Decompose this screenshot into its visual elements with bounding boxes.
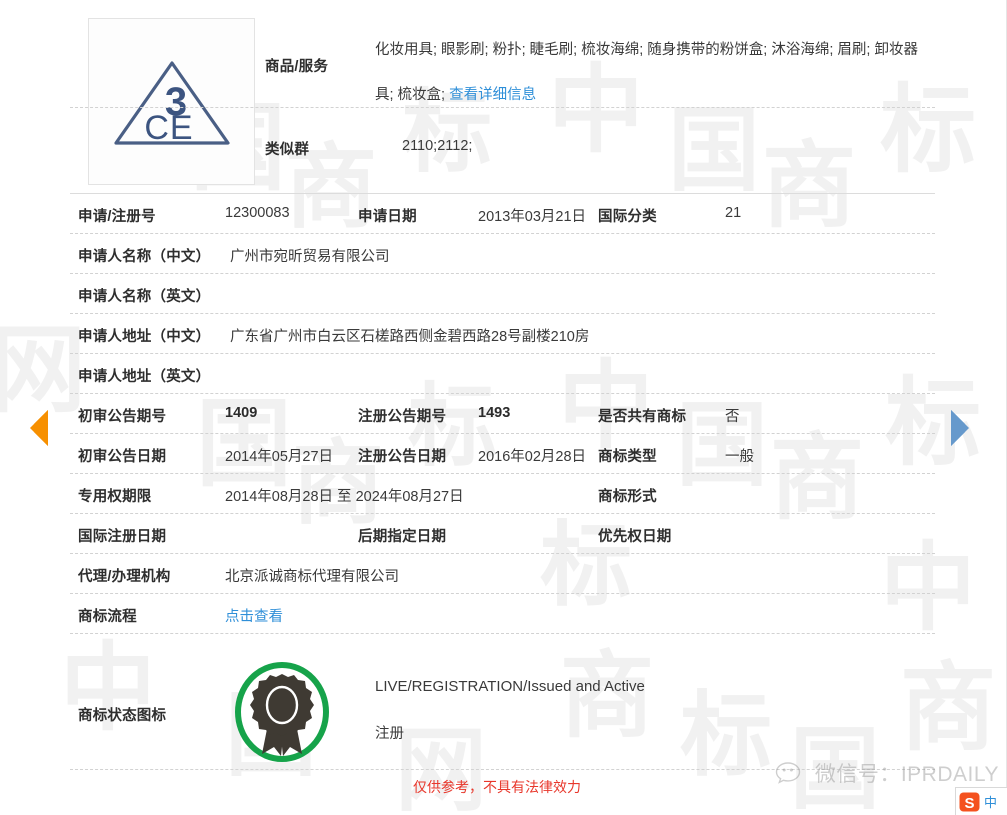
next-record-arrow[interactable] [935, 400, 991, 456]
prelim-announcement-issue-label: 初审公告期号 [78, 409, 167, 425]
application-date-label: 申请日期 [358, 209, 417, 225]
registration-announcement-issue-value: 1493 [478, 405, 511, 421]
status-icon-label: 商标状态图标 [78, 708, 167, 724]
similar-group-row: 类似群 2110;2112; [70, 108, 935, 193]
prelim-announcement-date-label: 初审公告日期 [78, 449, 167, 465]
subsequent-designation-date-label: 后期指定日期 [358, 529, 447, 545]
applicant-address-en-row: 申请人地址（英文） [70, 354, 935, 394]
mark-process-label: 商标流程 [78, 609, 137, 625]
status-badge [232, 662, 332, 762]
applicant-address-cn-value: 广东省广州市白云区石槎路西侧金碧西路28号副楼210房 [230, 329, 590, 345]
trademark-record-panel: 3 CE 商品/服务 化妆用具; 眼影刷; 粉扑; 睫毛刷; 梳妆海绵; 随身携… [70, 0, 935, 770]
applicant-name-en-row: 申请人名称（英文） [70, 274, 935, 314]
similar-group-label: 类似群 [265, 142, 310, 158]
agency-label: 代理/办理机构 [78, 569, 171, 585]
similar-group-value: 2110;2112; [402, 138, 473, 154]
applicant-name-cn-label: 申请人名称（中文） [78, 249, 211, 265]
applicant-name-cn-row: 申请人名称（中文） 广州市宛昕贸易有限公司 [70, 234, 935, 274]
chevron-right-icon[interactable] [935, 400, 991, 456]
applicant-address-cn-row: 申请人地址（中文） 广东省广州市白云区石槎路西侧金碧西路28号副楼210房 [70, 314, 935, 354]
goods-services-label: 商品/服务 [265, 59, 329, 75]
prev-record-arrow[interactable] [8, 400, 64, 456]
status-text-chinese: 注册 [375, 726, 404, 742]
registration-announcement-date-value: 2016年02月28日 [478, 449, 587, 465]
exclusive-right-row: 专用权期限 2014年08月28日 至 2024年08月27日 商标形式 [70, 474, 935, 514]
applicant-address-en-label: 申请人地址（英文） [78, 369, 211, 385]
svg-text:S: S [964, 795, 974, 812]
application-number-label: 申请/注册号 [78, 209, 156, 225]
is-shared-mark-label: 是否共有商标 [598, 409, 687, 425]
international-class-value: 21 [725, 205, 742, 221]
prelim-announcement-date-value: 2014年05月27日 [225, 449, 334, 465]
international-dates-row: 国际注册日期 后期指定日期 优先权日期 [70, 514, 935, 554]
applicant-name-cn-value: 广州市宛昕贸易有限公司 [230, 249, 390, 265]
mark-type-label: 商标类型 [598, 449, 657, 465]
status-spacer [70, 634, 935, 654]
application-info-row: 申请/注册号 12300083 申请日期 2013年03月21日 国际分类 21 [70, 194, 935, 234]
agency-row: 代理/办理机构 北京派诚商标代理有限公司 [70, 554, 935, 594]
mark-form-label: 商标形式 [598, 489, 657, 505]
sogou-logo-icon[interactable]: S [958, 790, 982, 814]
mark-process-link[interactable]: 点击查看 [225, 605, 283, 626]
international-class-label: 国际分类 [598, 209, 657, 225]
priority-date-label: 优先权日期 [598, 529, 672, 545]
status-text-english: LIVE/REGISTRATION/Issued and Active [375, 678, 645, 695]
international-registration-date-label: 国际注册日期 [78, 529, 167, 545]
chevron-left-icon[interactable] [8, 400, 64, 456]
prelim-announcement-issue-value: 1409 [225, 405, 258, 421]
mark-and-goods-block: 3 CE 商品/服务 化妆用具; 眼影刷; 粉扑; 睫毛刷; 梳妆海绵; 随身携… [70, 0, 935, 194]
exclusive-right-period-value: 2014年08月28日 至 2024年08月27日 [225, 489, 464, 505]
application-number-value: 12300083 [225, 205, 290, 221]
registration-announcement-date-label: 注册公告日期 [358, 449, 447, 465]
view-details-link[interactable]: 查看详细信息 [449, 87, 536, 103]
award-ribbon-icon [235, 662, 329, 762]
mark-type-value: 一般 [725, 449, 754, 465]
goods-services-row: 商品/服务 化妆用具; 眼影刷; 粉扑; 睫毛刷; 梳妆海绵; 随身携带的粉饼盒… [70, 0, 935, 108]
sogou-ime-badge[interactable]: S 中 [955, 787, 1007, 815]
application-date-value: 2013年03月21日 [478, 209, 587, 225]
mark-status-block: 商标状态图标 LIVE/REGISTRATION/Issued and Acti… [70, 654, 935, 770]
goods-services-value: 化妆用具; 眼影刷; 粉扑; 睫毛刷; 梳妆海绵; 随身携带的粉饼盒; 沐浴海绵… [375, 28, 920, 118]
applicant-address-cn-label: 申请人地址（中文） [78, 329, 211, 345]
disclaimer-text: 仅供参考，不具有法律效力 [413, 779, 581, 795]
announcement-issue-row: 初审公告期号 1409 注册公告期号 1493 是否共有商标 否 [70, 394, 935, 434]
agency-value: 北京派诚商标代理有限公司 [225, 569, 399, 585]
registration-announcement-issue-label: 注册公告期号 [358, 409, 447, 425]
is-shared-mark-value: 否 [725, 409, 740, 425]
mark-process-row: 商标流程 点击查看 [70, 594, 935, 634]
ime-mode-indicator[interactable]: 中 [984, 792, 997, 811]
exclusive-right-period-label: 专用权期限 [78, 489, 152, 505]
applicant-name-en-label: 申请人名称（英文） [78, 289, 211, 305]
announcement-date-row: 初审公告日期 2014年05月27日 注册公告日期 2016年02月28日 商标… [70, 434, 935, 474]
